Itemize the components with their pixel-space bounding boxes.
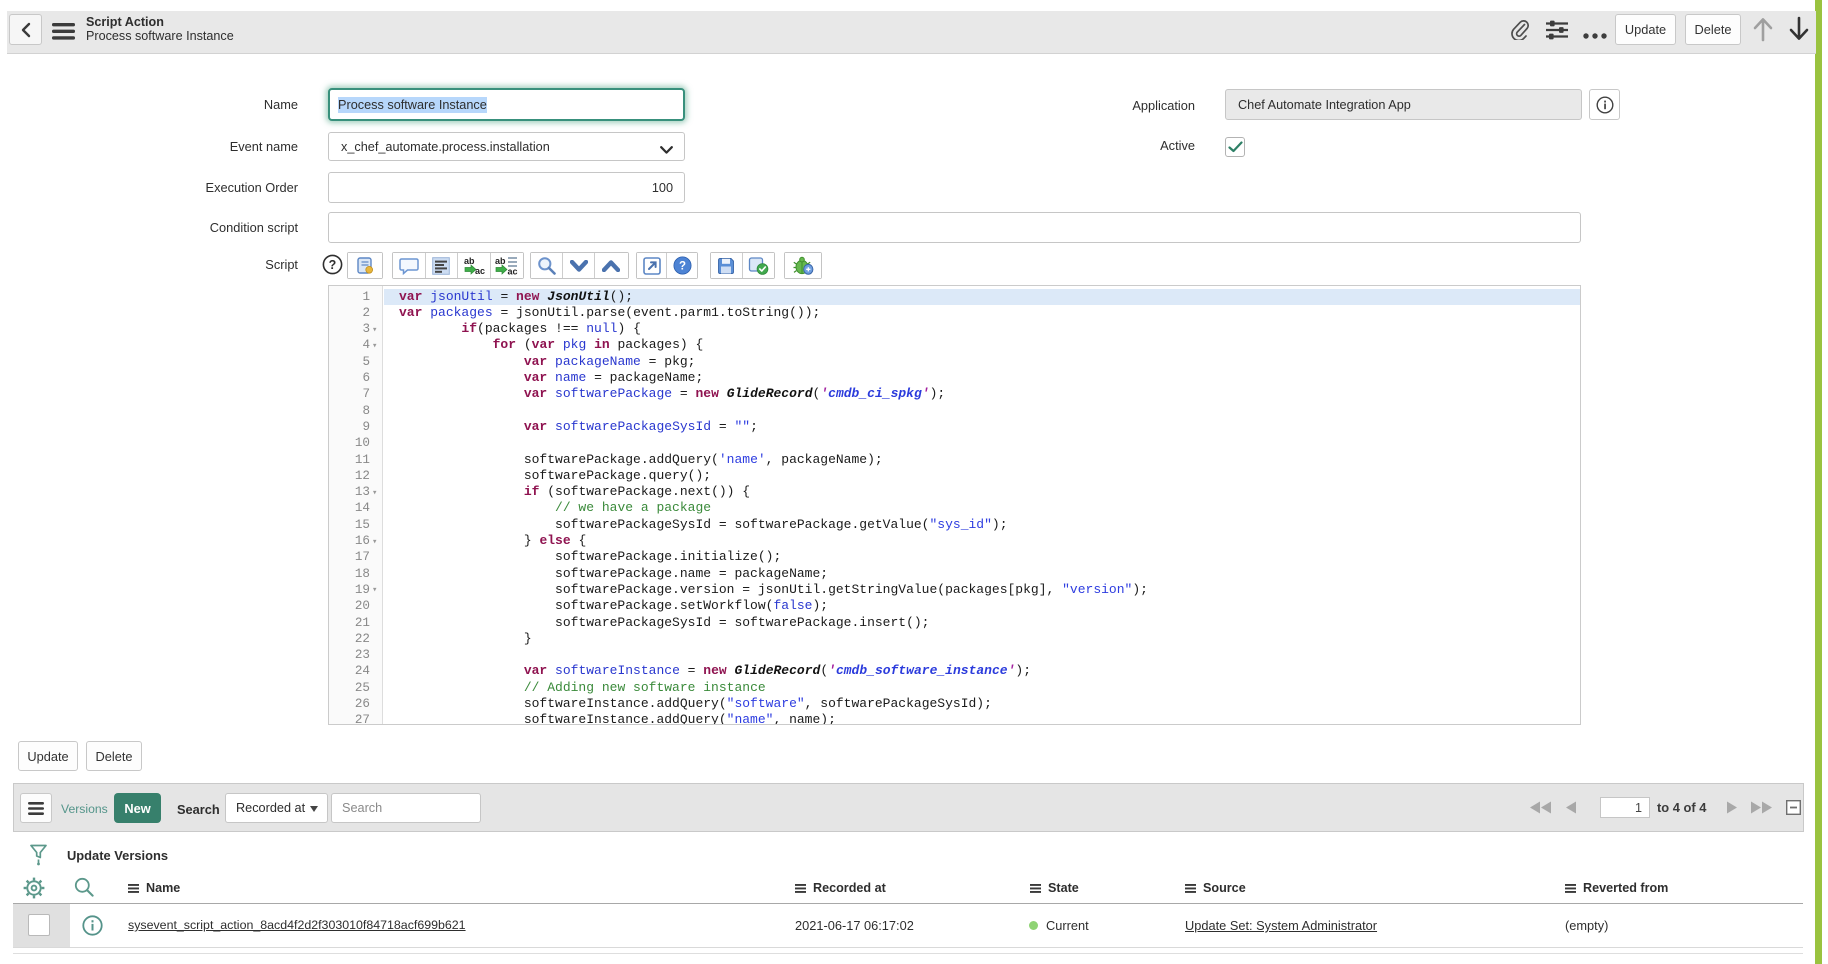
svg-text:ab: ab — [495, 256, 506, 266]
svg-text:ac: ac — [508, 267, 518, 276]
svg-text:ab: ab — [464, 256, 475, 266]
svg-text:?: ? — [329, 258, 337, 272]
svg-text:ac: ac — [475, 266, 485, 275]
svg-text:?: ? — [679, 261, 686, 273]
